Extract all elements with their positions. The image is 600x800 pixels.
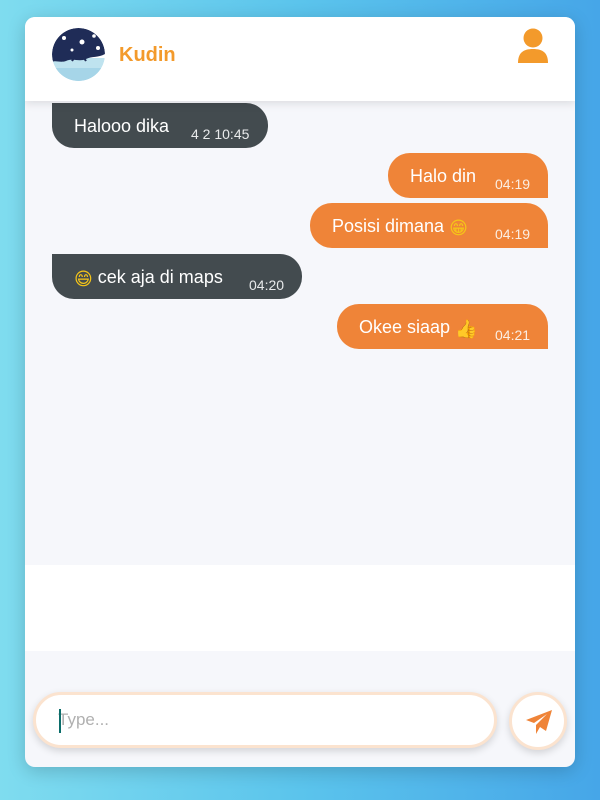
- message-time: 04:21: [495, 327, 531, 343]
- message-time: 04:19: [495, 176, 531, 192]
- message-text: Posisi dimana 😁: [332, 216, 468, 239]
- message-text: Halooo dika: [74, 116, 170, 136]
- contact-name: Kudin: [119, 44, 176, 66]
- thumbs-up-icon: 👍: [455, 319, 478, 340]
- send-button[interactable]: [509, 692, 567, 750]
- message-bubble-outgoing: Posisi dimana 😁 04:19: [310, 203, 548, 248]
- avatar[interactable]: [52, 28, 105, 81]
- message-bubble-outgoing: Okee siaap 👍 04:21: [337, 304, 548, 349]
- avatar-image: [52, 28, 105, 81]
- message-time: 04:20: [249, 277, 285, 293]
- smiling-face-icon: 😄: [74, 269, 93, 290]
- user-icon[interactable]: [516, 28, 550, 64]
- text-cursor: [59, 709, 61, 733]
- message-bubble-outgoing: Halo din 04:19: [388, 153, 548, 198]
- message-bubble-incoming: 😄 cek aja di maps 04:20: [52, 254, 302, 299]
- message-text: 😄 cek aja di maps: [74, 267, 223, 290]
- message-time: 4 2 10:45: [191, 126, 250, 142]
- message-time: 04:19: [495, 226, 531, 242]
- message-text: Okee siaap 👍: [359, 317, 478, 340]
- message-bubble-incoming: Halooo dika 4 2 10:45: [52, 103, 268, 148]
- message-input-container[interactable]: [33, 692, 497, 748]
- message-list[interactable]: Halooo dika 4 2 10:45 Halo din 04:19 Pos…: [25, 101, 575, 565]
- paper-plane-icon: [526, 710, 552, 734]
- chat-window: Kudin Halooo dika 4 2 10:45 Halo din 04:…: [25, 17, 575, 767]
- message-input[interactable]: [58, 707, 468, 733]
- chat-header: Kudin: [25, 17, 575, 101]
- spacer-area: [25, 565, 575, 651]
- grinning-face-icon: 😁: [449, 218, 468, 239]
- message-text: Halo din: [410, 166, 477, 186]
